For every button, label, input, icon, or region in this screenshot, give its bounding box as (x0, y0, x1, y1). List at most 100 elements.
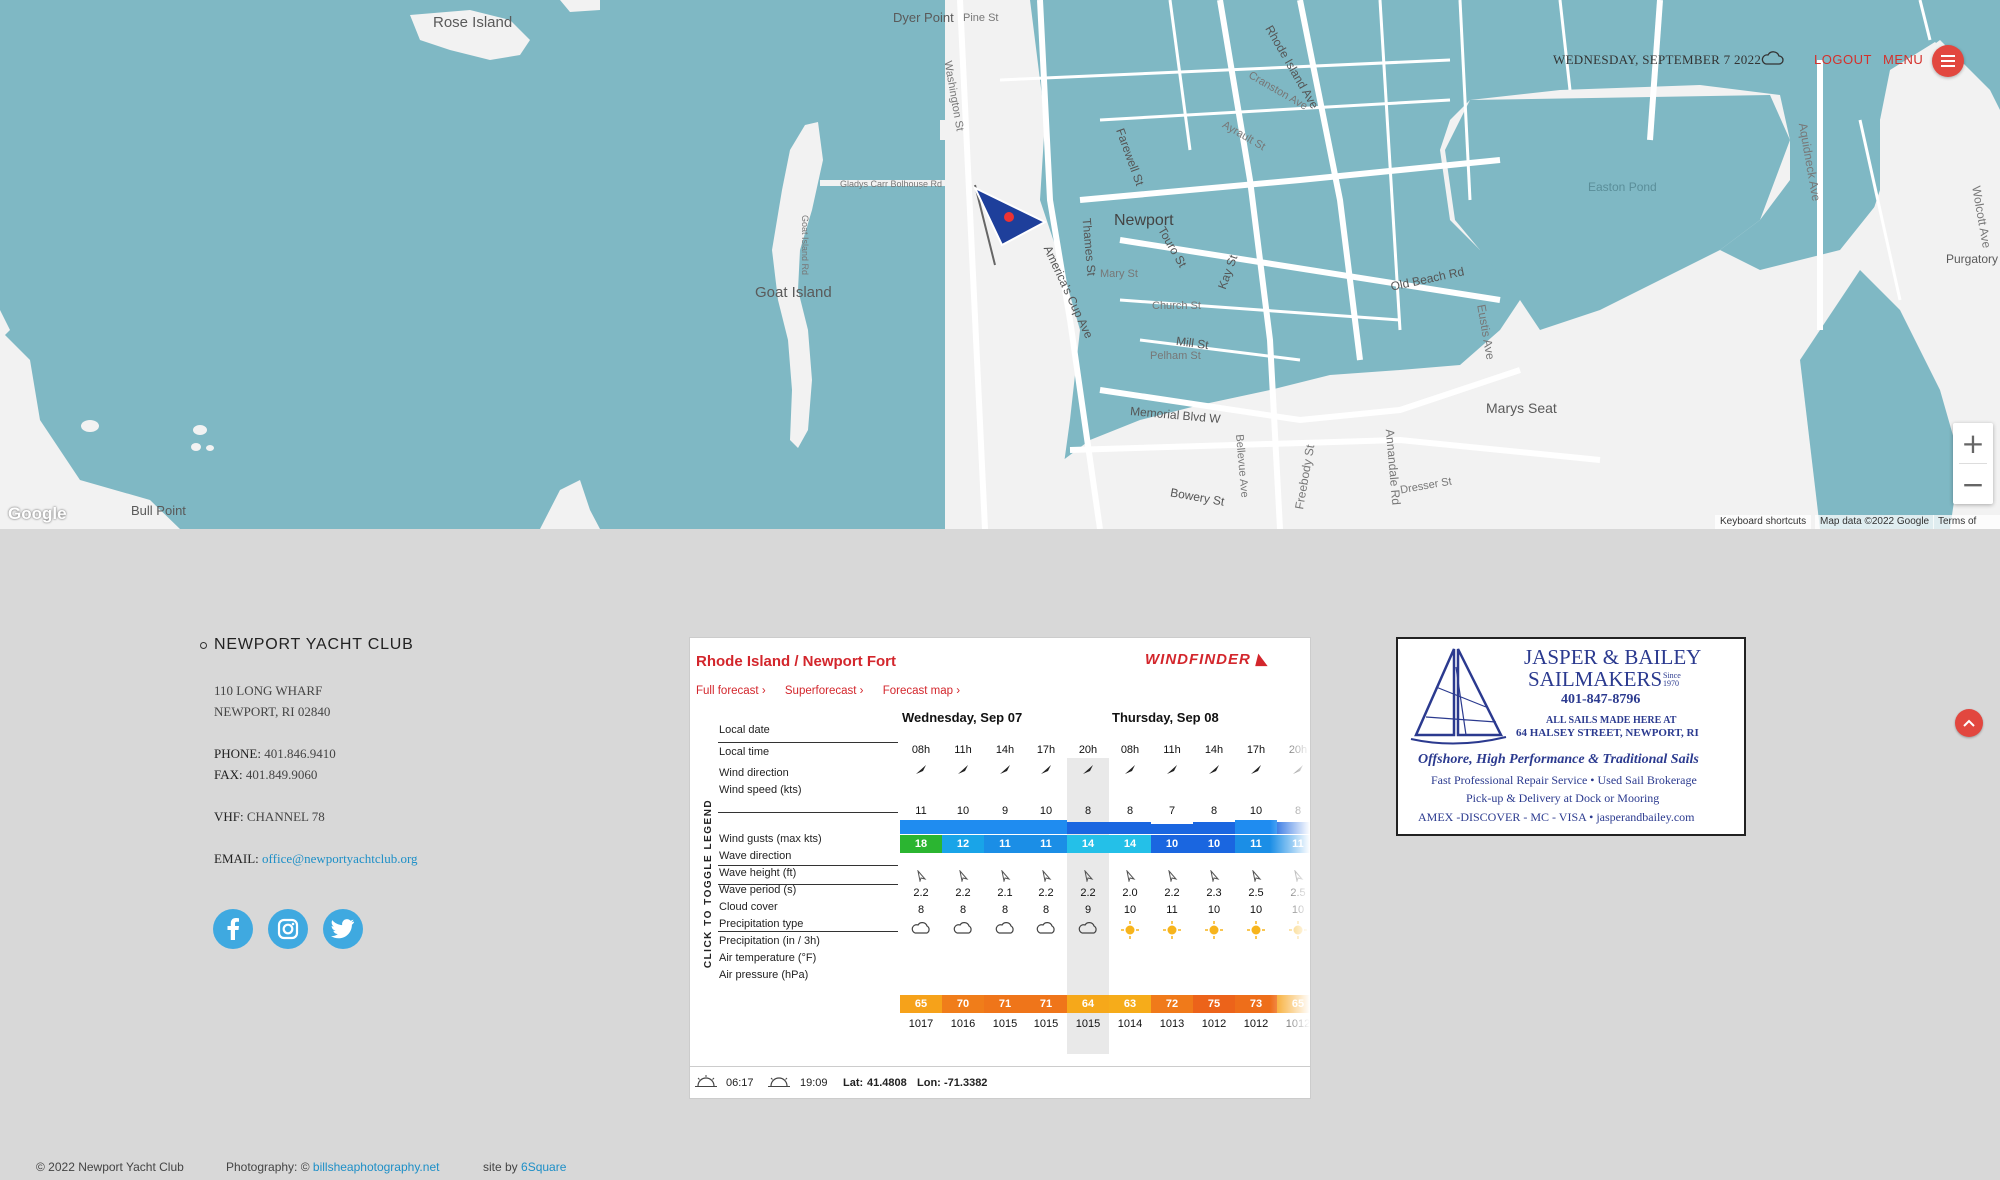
wave-height-value: 2.0 (1122, 887, 1138, 899)
ad-company-type: SAILMAKERS (1528, 667, 1663, 691)
air-temp-value: 75 (1193, 995, 1235, 1013)
map-canvas (0, 0, 2000, 529)
ad-street: 64 HALSEY STREET, NEWPORT, RI (1516, 727, 1699, 739)
sunrise-icon (695, 1075, 717, 1090)
google-logo: Google (8, 504, 67, 523)
wind-direction-icon (902, 763, 940, 778)
photo-label: Photography: © (226, 1160, 310, 1174)
forecast-map-link[interactable]: Forecast map › (883, 685, 960, 697)
sun-icon (1111, 921, 1149, 942)
forecast-links: Full forecast › Superforecast › Forecast… (696, 685, 976, 697)
wind-speed-bar (1151, 824, 1193, 834)
sunset-icon (768, 1075, 790, 1090)
forecast-row-label: Wave period (s) (719, 884, 797, 896)
wind-direction-icon (1027, 763, 1065, 778)
full-forecast-link[interactable]: Full forecast › (696, 685, 766, 697)
menu-link[interactable]: MENU (1883, 52, 1923, 67)
air-temp-value: 71 (984, 995, 1026, 1013)
twitter-icon[interactable] (323, 909, 363, 949)
wind-speed-value: 10 (956, 805, 970, 817)
ad-phone: 401-847-8796 (1561, 692, 1641, 707)
scroll-fade (1270, 738, 1310, 1048)
zoom-in-button[interactable]: + (1953, 423, 1993, 463)
zoom-out-button[interactable]: − (1953, 464, 1993, 504)
copyright: © 2022 Newport Yacht Club (36, 1160, 184, 1174)
row-divider (718, 812, 898, 813)
vhf-channel: CHANNEL 78 (246, 809, 325, 824)
site-credit: site by 6Square (483, 1160, 566, 1174)
forecast-row-label: Local date (719, 724, 770, 736)
wave-period-value: 9 (1084, 904, 1092, 916)
club-info: NEWPORT YACHT CLUB 110 LONG WHARF NEWPOR… (200, 636, 418, 869)
forecast-location-title[interactable]: Rhode Island / Newport Fort (696, 653, 896, 670)
forecast-row-label: Cloud cover (719, 901, 778, 913)
forecast-row-label: Wind direction (719, 767, 789, 779)
fax-number: 401.849.9060 (245, 767, 318, 782)
address-line-1: 110 LONG WHARF (214, 683, 323, 698)
forecast-row-label: Wind speed (kts) (719, 784, 802, 796)
time-cell: 17h (1036, 744, 1056, 756)
map[interactable]: Rose Island Dyer Point Goat Island Newpo… (0, 0, 2000, 529)
facebook-icon[interactable] (213, 909, 253, 949)
zoom-control: + − (1953, 423, 1993, 504)
sunset-time: 19:09 (800, 1077, 828, 1089)
windfinder-widget[interactable]: Rhode Island / Newport Fort WINDFINDER ◣… (689, 637, 1311, 1099)
wave-height-value: 2.3 (1206, 887, 1222, 899)
street-label: Goat Island Rd (800, 214, 811, 276)
logout-link[interactable]: LOGOUT (1814, 52, 1872, 67)
legend-toggle-label: CLICK TO TOGGLE LEGEND (703, 798, 715, 969)
forecast-row-label: Wind gusts (max kts) (719, 833, 822, 845)
time-cell: 11h (1163, 744, 1181, 756)
air-pressure-value: 1015 (1033, 1018, 1059, 1030)
site-label: site by (483, 1160, 518, 1174)
wind-gust-value: 12 (942, 835, 984, 853)
cloud-icon (986, 921, 1024, 938)
time-cell: 20h (1078, 744, 1098, 756)
wave-period-value: 11 (1166, 904, 1178, 916)
air-pressure-value: 1013 (1159, 1018, 1185, 1030)
air-pressure-value: 1017 (908, 1018, 934, 1030)
lon-label: Lon: (917, 1077, 941, 1089)
wave-direction-icon (944, 869, 982, 885)
terms-link[interactable]: Terms of Use (1933, 515, 2000, 529)
jasper-bailey-ad[interactable]: JASPER & BAILEY SAILMAKERS Since 1970 40… (1396, 637, 1746, 836)
club-name: NEWPORT YACHT CLUB (200, 636, 418, 654)
time-cell: 08h (1120, 744, 1140, 756)
forecast-day-label: Wednesday, Sep 07 (902, 710, 1023, 725)
photography-link[interactable]: billsheaphotography.net (313, 1160, 440, 1174)
hamburger-menu-button[interactable] (1932, 45, 1964, 77)
wave-height-value: 2.2 (1080, 887, 1096, 899)
phone-label: PHONE: (214, 746, 261, 761)
wave-direction-icon (1195, 869, 1233, 885)
air-pressure-value: 1015 (992, 1018, 1018, 1030)
lat-label: Lat: (843, 1077, 864, 1089)
forecast-row-label: Local time (719, 746, 770, 758)
instagram-icon[interactable] (268, 909, 308, 949)
ad-since: Since 1970 (1663, 671, 1681, 688)
air-temp-value: 70 (942, 995, 984, 1013)
keyboard-shortcuts-link[interactable]: Keyboard shortcuts (1715, 515, 1812, 529)
superforecast-link[interactable]: Superforecast › (785, 685, 864, 697)
phone-number[interactable]: 401.846.9410 (264, 746, 336, 761)
forecast-row-label: Wave height (ft) (719, 867, 797, 879)
forecast-row-label: Air pressure (hPa) (719, 969, 809, 981)
air-temp-value: 65 (900, 995, 942, 1013)
air-pressure-value: 1016 (950, 1018, 976, 1030)
wind-speed-value: 10 (1039, 805, 1053, 817)
wind-speed-bar (984, 820, 1026, 834)
row-divider (718, 884, 898, 885)
email-link[interactable]: office@newportyachtclub.org (262, 851, 418, 866)
street-label: Gladys Carr Bolhouse Rd (840, 179, 943, 189)
6square-link[interactable]: 6Square (521, 1160, 566, 1174)
address-line-2: NEWPORT, RI 02840 (214, 704, 331, 719)
wind-speed-value: 11 (915, 805, 927, 817)
air-temp-value: 72 (1151, 995, 1193, 1013)
wave-period-value: 8 (1001, 904, 1009, 916)
legend-toggle[interactable]: CLICK TO TOGGLE LEGEND (694, 708, 714, 1068)
wave-period-value: 10 (1207, 904, 1221, 916)
scroll-to-top-button[interactable] (1955, 709, 1983, 737)
time-cell: 14h (995, 744, 1015, 756)
windfinder-logo[interactable]: WINDFINDER ◣ (1145, 650, 1269, 668)
wave-direction-icon (1153, 869, 1191, 885)
fax-label: FAX: (214, 767, 243, 782)
